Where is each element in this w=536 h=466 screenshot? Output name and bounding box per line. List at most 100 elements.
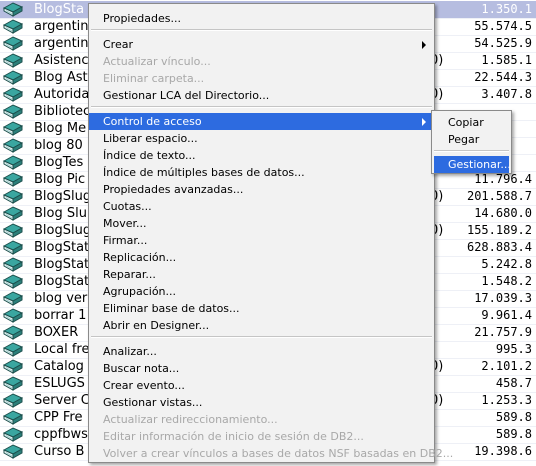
submenu-item-copiar[interactable]: Copiar <box>434 114 509 131</box>
menu-item-label: Gestionar vistas... <box>103 396 203 409</box>
menu-item-label: Analizar... <box>103 345 157 358</box>
menu-item-label: Actualizar vínculo... <box>103 55 211 68</box>
database-book-icon <box>2 308 24 323</box>
database-book-icon <box>2 189 24 204</box>
database-title: BlogStat <box>34 274 90 289</box>
menu-separator <box>91 336 432 338</box>
submenu-item-pegar[interactable]: Pegar <box>434 131 509 148</box>
database-size: 54.525.9 <box>474 36 532 50</box>
database-title: BlogSlug <box>34 223 92 238</box>
database-book-icon <box>2 19 24 34</box>
database-size: 9.961.4 <box>481 308 532 322</box>
database-title: borrar 1 <box>34 308 87 323</box>
database-title: BlogStat <box>34 240 90 255</box>
submenu-item-gestionar[interactable]: Gestionar... <box>434 156 511 173</box>
menu-item-label: Reparar... <box>103 268 156 281</box>
menu-item-liberar-espacio[interactable]: Liberar espacio... <box>89 130 434 147</box>
menu-item-label: Cuotas... <box>103 200 152 213</box>
menu-item-label: Eliminar base de datos... <box>103 302 240 315</box>
menu-item-propiedades[interactable]: Propiedades... <box>89 10 434 27</box>
menu-item-label: Gestionar LCA del Directorio... <box>103 89 270 102</box>
menu-item-label: Replicación... <box>103 251 177 264</box>
database-book-icon <box>2 291 24 306</box>
database-title: cppfbws <box>34 427 88 442</box>
database-book-icon <box>2 53 24 68</box>
menu-item-analizar[interactable]: Analizar... <box>89 343 434 360</box>
database-book-icon <box>2 376 24 391</box>
menu-item-agrupacion[interactable]: Agrupación... <box>89 283 434 300</box>
menu-item-label: Liberar espacio... <box>103 132 198 145</box>
menu-item-editar-informacion-de-inicio-de-sesion-de-db2[interactable]: Editar información de inicio de sesión d… <box>89 428 434 445</box>
database-size: 21.757.9 <box>474 325 532 339</box>
database-size: 22.544.3 <box>474 70 532 84</box>
menu-item-label: Eliminar carpeta... <box>103 72 205 85</box>
database-title: Blog Me <box>34 121 87 136</box>
database-book-icon <box>2 274 24 289</box>
database-size: 458.7 <box>495 376 532 390</box>
menu-item-eliminar-carpeta[interactable]: Eliminar carpeta... <box>89 70 434 87</box>
database-title: BOXER <box>34 325 79 340</box>
database-book-icon <box>2 342 24 357</box>
database-book-icon <box>2 104 24 119</box>
database-book-icon <box>2 70 24 85</box>
menu-item-label: Editar información de inicio de sesión d… <box>103 430 364 443</box>
menu-item-indice-de-texto[interactable]: Índice de texto... <box>89 147 434 164</box>
menu-item-actualizar-redireccionamiento[interactable]: Actualizar redireccionamiento... <box>89 411 434 428</box>
menu-item-crear-evento[interactable]: Crear evento... <box>89 377 434 394</box>
menu-item-label: Abrir en Designer... <box>103 319 210 332</box>
menu-item-label: Índice de múltiples bases de datos... <box>103 166 305 179</box>
menu-item-crear[interactable]: Crear <box>89 36 434 53</box>
menu-item-mover[interactable]: Mover... <box>89 215 434 232</box>
database-title: Asistenc <box>34 53 89 68</box>
menu-item-label: Propiedades avanzadas... <box>103 183 244 196</box>
database-title: BlogSta <box>34 2 85 17</box>
database-book-icon <box>2 393 24 408</box>
menu-item-eliminar-base-de-datos[interactable]: Eliminar base de datos... <box>89 300 434 317</box>
database-size: 17.039.3 <box>474 291 532 305</box>
database-book-icon <box>2 325 24 340</box>
menu-item-propiedades-avanzadas[interactable]: Propiedades avanzadas... <box>89 181 434 198</box>
menu-item-cuotas[interactable]: Cuotas... <box>89 198 434 215</box>
menu-item-firmar[interactable]: Firmar... <box>89 232 434 249</box>
menu-item-label: Índice de texto... <box>103 149 196 162</box>
database-title: BlogSlug <box>34 189 92 204</box>
submenu-item-label: Copiar <box>448 116 484 129</box>
submenu-arrow-icon <box>422 118 426 126</box>
menu-item-control-de-acceso[interactable]: Control de acceso <box>89 113 434 130</box>
menu-item-label: Mover... <box>103 217 147 230</box>
database-size: 201.588.7 <box>466 189 532 203</box>
database-size: 1.253.3 <box>481 393 532 407</box>
database-size: 628.883.4 <box>466 240 532 254</box>
menu-item-replicacion[interactable]: Replicación... <box>89 249 434 266</box>
database-size: 19.398.6 <box>474 444 532 458</box>
database-book-icon <box>2 444 24 459</box>
menu-item-gestionar-lca-del-directorio[interactable]: Gestionar LCA del Directorio... <box>89 87 434 104</box>
menu-separator <box>91 29 432 31</box>
database-title: Blog Pic <box>34 172 86 187</box>
submenu-arrow-icon <box>422 41 426 49</box>
database-book-icon <box>2 87 24 102</box>
database-title: BlogStat <box>34 257 90 272</box>
database-size: 14.680.0 <box>474 206 532 220</box>
menu-item-label: Firmar... <box>103 234 148 247</box>
menu-item-volver-a-crear-vinculos-a-bases-de-datos-nsf-basadas-en-db2[interactable]: Volver a crear vínculos a bases de datos… <box>89 445 453 462</box>
database-title: Autorida <box>34 87 90 102</box>
database-title: Blog Ast <box>34 70 88 85</box>
database-size: 1.548.2 <box>481 274 532 288</box>
menu-item-buscar-nota[interactable]: Buscar nota... <box>89 360 434 377</box>
database-book-icon <box>2 121 24 136</box>
menu-item-indice-de-multiples-bases-de-datos[interactable]: Índice de múltiples bases de datos... <box>89 164 434 181</box>
database-book-icon <box>2 155 24 170</box>
database-size: 1.585.1 <box>481 53 532 67</box>
database-title: Bibliotec <box>34 104 91 119</box>
database-title: ESLUGS <box>34 376 85 391</box>
menu-item-abrir-en-designer[interactable]: Abrir en Designer... <box>89 317 434 334</box>
database-book-icon <box>2 410 24 425</box>
menu-item-actualizar-vinculo[interactable]: Actualizar vínculo... <box>89 53 434 70</box>
menu-separator <box>434 150 509 152</box>
database-title: Server C <box>34 393 90 408</box>
menu-item-reparar[interactable]: Reparar... <box>89 266 434 283</box>
menu-item-gestionar-vistas[interactable]: Gestionar vistas... <box>89 394 434 411</box>
database-book-icon <box>2 427 24 442</box>
database-title: Catalog <box>34 359 84 374</box>
